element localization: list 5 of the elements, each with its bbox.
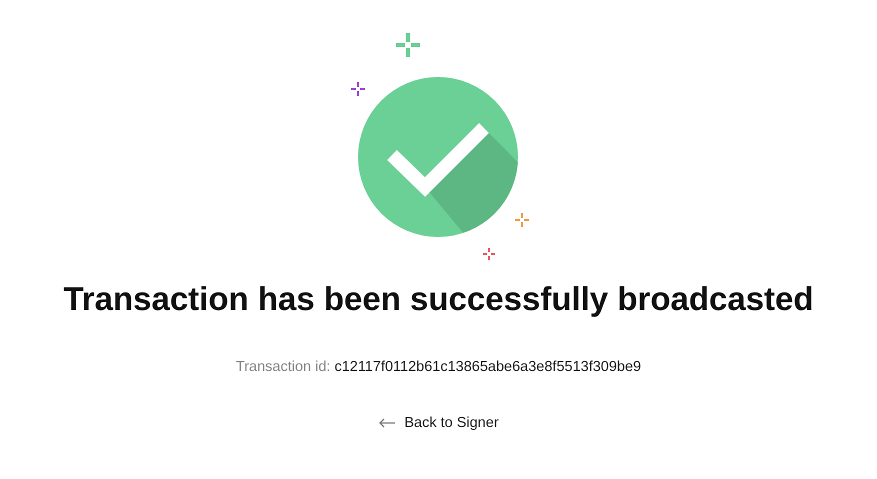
back-link[interactable]: Back to Signer (378, 415, 499, 431)
transaction-id-value: c12117f0112b61c13865abe6a3e8f5513f309be9 (334, 359, 642, 375)
page-title: Transaction has been successfully broadcasted (63, 279, 814, 319)
left-arrow-icon (378, 418, 396, 428)
transaction-id-label: Transaction id: (236, 359, 330, 375)
